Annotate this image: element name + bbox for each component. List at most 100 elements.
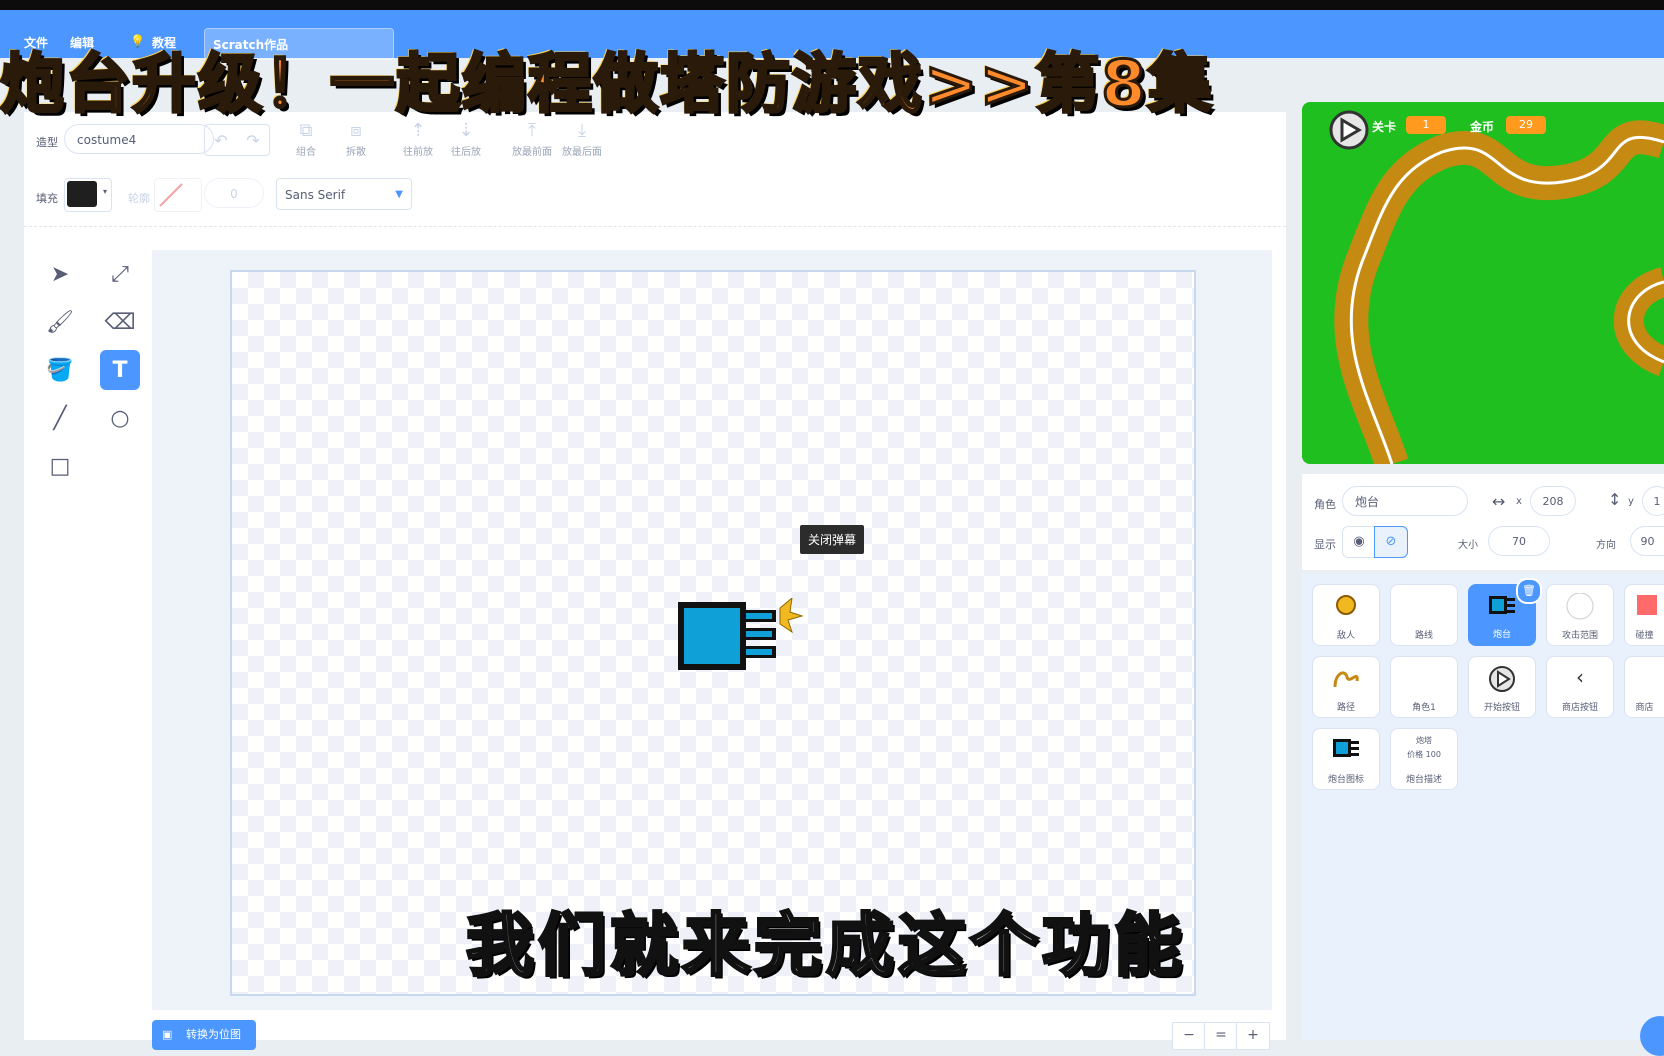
level-label: 关卡 (1372, 120, 1397, 134)
sprite-list: 敌人 路线 炮台 🗑 攻击范围 碰撞 路径 角色1 开始按钮 ‹ 商店按钮 商店… (1302, 574, 1664, 1040)
sprite-tile-shop-button[interactable]: ‹ 商店按钮 (1546, 656, 1614, 718)
x-label: x (1516, 496, 1522, 507)
attack-range-thumb (1547, 592, 1613, 628)
ungroup-icon: ⧈ (350, 120, 362, 141)
zoom-reset-button[interactable]: = (1204, 1022, 1238, 1050)
sprite-tile-start-button[interactable]: 开始按钮 (1468, 656, 1536, 718)
text-t-icon: T (112, 357, 128, 383)
size-input[interactable]: 70 (1488, 526, 1550, 556)
sprite-label: 商店按钮 (1561, 703, 1598, 713)
show-sprite-button[interactable]: ◉ (1342, 526, 1376, 558)
sprite-label: 炮台图标 (1327, 775, 1364, 785)
turret-sprite[interactable] (676, 598, 806, 678)
y-label: y (1628, 496, 1634, 507)
y-input[interactable]: 1 (1642, 486, 1664, 516)
circle-tool[interactable]: ○ (100, 398, 140, 438)
lightbulb-icon: 💡 (130, 34, 145, 48)
outline-width-input[interactable]: 0 (204, 178, 264, 208)
trash-icon: 🗑 (1522, 584, 1536, 597)
outline-label: 轮廓 (128, 192, 150, 205)
video-subtitle: 我们就来完成这个功能 (464, 906, 1187, 988)
sprite-tile-route[interactable]: 路线 (1390, 584, 1458, 646)
start-play-icon[interactable] (1318, 108, 1360, 148)
path-thumb (1313, 665, 1379, 696)
line-icon: ╱ (53, 405, 67, 431)
chevron-left-icon: ‹ (1576, 665, 1584, 689)
undo-icon[interactable]: ↶ (214, 131, 227, 150)
rectangle-tool[interactable]: □ (40, 446, 80, 486)
desc-thumb-line2: 价格 100 (1407, 750, 1441, 759)
cursor-arrow-icon: ➤ (50, 261, 70, 287)
zoom-in-button[interactable]: + (1236, 1022, 1270, 1050)
top-strip (0, 0, 1664, 10)
level-value: 1 (1406, 116, 1446, 134)
costume-name-input[interactable]: costume4 (64, 124, 214, 154)
zoom-out-button[interactable]: − (1172, 1022, 1206, 1050)
sprite-tile-attack-range[interactable]: 攻击范围 (1546, 584, 1614, 646)
tower-path-map (1329, 110, 1664, 464)
ungroup-button[interactable]: ⧈ 拆散 (326, 120, 386, 158)
vertical-arrows-icon: ↕ (1608, 490, 1622, 509)
toolbar-divider (24, 226, 1286, 228)
redo-icon[interactable]: ↷ (246, 131, 259, 150)
direction-label: 方向 (1596, 540, 1616, 551)
sprite-label: 炮台 (1492, 630, 1511, 640)
rectangle-icon: □ (49, 453, 71, 479)
sprite-tile-path[interactable]: 路径 (1312, 656, 1380, 718)
stage[interactable] (1302, 102, 1664, 464)
select-tool[interactable]: ➤ (40, 254, 80, 294)
sprite-tile-turret-desc[interactable]: 炮塔 价格 100 炮台描述 (1390, 728, 1458, 790)
sprite-name-input[interactable]: 炮台 (1342, 486, 1468, 516)
desc-thumb-line1: 炮塔 (1416, 736, 1432, 745)
sprite-tile-enemy[interactable]: 敌人 (1312, 584, 1380, 646)
coins-label: 金币 (1470, 120, 1495, 134)
sprite-label: 敌人 (1336, 631, 1355, 641)
x-input[interactable]: 208 (1530, 486, 1576, 516)
convert-bitmap-button[interactable]: ▣ 转换为位图 (152, 1020, 256, 1050)
back-button[interactable]: ⤓ 放最后面 (552, 120, 612, 158)
sprite-label: 角色 (1314, 498, 1336, 511)
sprite-label: 开始按钮 (1483, 703, 1520, 713)
hide-sprite-button[interactable]: ⊘ (1374, 526, 1408, 558)
sprite-tile-turret-icon[interactable]: 炮台图标 (1312, 728, 1380, 790)
image-icon: ▣ (162, 1028, 173, 1041)
sprite-info-panel: 角色 炮台 ↔ x 208 ↕ y 1 显示 ◉ ⊘ 大小 70 方向 90 (1302, 474, 1664, 570)
eye-slash-icon: ⊘ (1385, 534, 1397, 549)
no-outline-icon (159, 183, 183, 207)
sprite-tile-shop[interactable]: 商店 (1624, 656, 1664, 718)
undo-redo-group: ↶ ↷ (204, 124, 270, 156)
reshape-icon: ⤢ (111, 261, 129, 287)
fill-swatch (67, 181, 97, 207)
caret-down-icon: ▾ (102, 187, 107, 196)
reshape-tool[interactable]: ⤢ (100, 254, 140, 294)
drawing-canvas[interactable] (230, 270, 1196, 996)
outline-color-picker[interactable] (154, 178, 202, 212)
brush-tool[interactable]: 🖌 (40, 302, 80, 342)
sprite-label: 碰撞 (1635, 631, 1654, 641)
font-name: Sans Serif (285, 188, 346, 202)
horizontal-arrows-icon: ↔ (1492, 492, 1506, 511)
size-label: 大小 (1458, 540, 1478, 551)
enemy-thumb (1313, 593, 1379, 622)
sprite-label: 路线 (1414, 631, 1433, 641)
direction-input[interactable]: 90 (1630, 526, 1664, 556)
sprite-label: 路径 (1336, 703, 1355, 713)
convert-bitmap-label: 转换为位图 (186, 1028, 241, 1041)
text-tool[interactable]: T (100, 350, 140, 390)
delete-sprite-button[interactable]: 🗑 (1516, 578, 1542, 604)
sprite-tile-turret[interactable]: 炮台 🗑 (1468, 578, 1542, 646)
arrow-bottom-icon: ⤓ (578, 120, 586, 141)
line-tool[interactable]: ╱ (40, 398, 80, 438)
sprite-tile-sprite1[interactable]: 角色1 (1390, 656, 1458, 718)
backward-button[interactable]: ⇣ 往后放 (436, 120, 496, 158)
costume-label: 造型 (36, 136, 58, 149)
sprite-label: 炮台描述 (1405, 775, 1442, 785)
fill-color-picker[interactable]: ▾ (64, 178, 112, 212)
eraser-tool[interactable]: ⌫ (100, 302, 140, 342)
font-select[interactable]: Sans Serif ▼ (276, 178, 412, 210)
coins-value: 29 (1506, 116, 1546, 134)
fill-tool[interactable]: 🪣 (40, 350, 80, 390)
circle-icon: ○ (110, 405, 130, 431)
play-circle-icon (1469, 665, 1535, 700)
sprite-tile-collision[interactable]: 碰撞 (1624, 584, 1664, 646)
